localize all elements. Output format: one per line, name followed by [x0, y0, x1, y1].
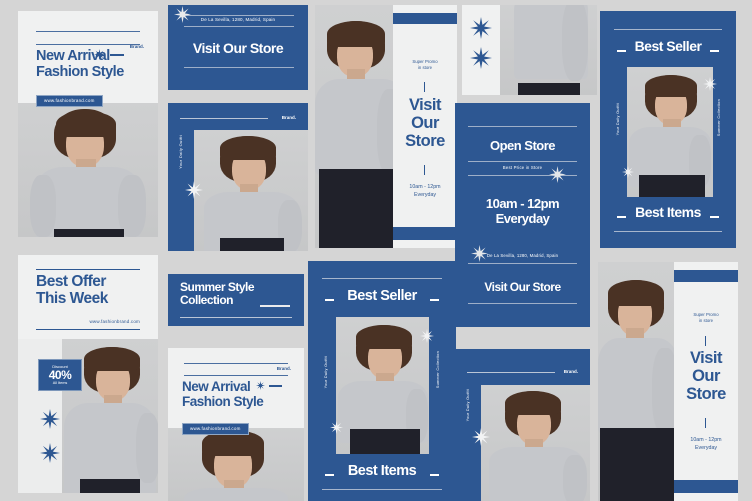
side-label-right: Summer Collection [436, 351, 440, 389]
card-brand-photo-bottom[interactable]: Brand. Your Daily Outfit [455, 349, 590, 501]
side-label-left: Your Daily Outfit [324, 356, 328, 389]
person-illustration [168, 426, 304, 501]
website-label[interactable]: www.fashionbrand.com [89, 319, 140, 324]
cta-label[interactable]: Visit Our Store [455, 280, 590, 294]
title-dash-right [430, 474, 439, 476]
brand-label: Brand. [563, 369, 578, 374]
card-best-seller-right[interactable]: Best Seller Your Daily Outfit Summer Col… [600, 11, 736, 248]
card-title: Visit Our Store [192, 40, 284, 56]
divider-tick [424, 82, 426, 92]
panel-top-bar [674, 270, 738, 282]
card-open-store[interactable]: Open Store Best Price in Store 10am - 12… [455, 103, 590, 327]
mockup-grid: Brand. New Arrival Fashion Style www.fas… [0, 0, 752, 501]
title-dash-left [325, 299, 334, 301]
side-label: Your Daily Outfit [178, 135, 183, 169]
star-icon [330, 421, 343, 434]
card-title: Visit Our Store [686, 349, 726, 403]
person-illustration [336, 317, 429, 454]
side-label: Your Daily Outfit [466, 389, 470, 422]
title-dash-left [617, 216, 626, 218]
model-photo [194, 130, 308, 251]
star-icon [472, 428, 490, 446]
store-hours: 10am - 12pm Everyday [690, 437, 722, 452]
address-label: De La Sevilla, 1280, Madrid, Spain [200, 17, 276, 22]
title-dash-left [617, 50, 626, 52]
card-photo-stars-top[interactable] [462, 5, 597, 95]
panel-bottom-bar [393, 227, 457, 240]
badge-footnote: All Items [52, 381, 68, 385]
card-title-top: Best Seller [634, 38, 702, 54]
person-illustration [598, 262, 678, 501]
divider-tick [424, 165, 426, 175]
person-illustration [481, 385, 590, 501]
model-photo [481, 385, 590, 501]
person-illustration [627, 67, 713, 197]
card-title: New Arrival Fashion Style [182, 379, 264, 410]
divider-tick [705, 418, 707, 428]
model-photo [500, 5, 597, 95]
title-dash [260, 305, 290, 307]
star-icon [622, 166, 634, 178]
store-hours: 10am - 12pm Everyday [409, 184, 441, 199]
star-icon [256, 381, 265, 390]
website-pill[interactable]: www.fashionbrand.com [36, 89, 103, 107]
card-visit-our-store-tall[interactable]: Super Promo in store Visit Our Store 10a… [315, 5, 457, 248]
card-visit-store-banner[interactable]: De La Sevilla, 1280, Madrid, Spain Visit… [168, 5, 308, 90]
discount-badge[interactable]: Discount 40% All Items [38, 359, 82, 391]
title-dash-right [710, 50, 719, 52]
person-illustration [194, 130, 308, 251]
card-title-bottom: Best Items [635, 204, 701, 220]
card-title-bottom: Best Items [347, 463, 417, 479]
website-pill[interactable]: www.fashionbrand.com [182, 417, 249, 435]
card-title: Best Offer This Week [36, 273, 108, 308]
brand-label: Brand. [281, 115, 296, 120]
card-summer-style-caption[interactable]: Summer Style Collection [168, 274, 304, 326]
star-icon [470, 17, 492, 39]
address-label: De La Sevilla, 1280, Madrid, Spain [486, 253, 559, 258]
card-title-top: Best Seller [347, 288, 417, 304]
person-illustration [18, 101, 158, 237]
star-icon [420, 329, 434, 343]
title-dash-right [710, 216, 719, 218]
badge-value: 40% [48, 368, 72, 382]
person-illustration [500, 5, 597, 95]
model-photo [168, 426, 304, 501]
card-title: Visit Our Store [405, 96, 445, 150]
card-title: Open Store [489, 138, 556, 153]
card-new-arrival-top[interactable]: Brand. New Arrival Fashion Style www.fas… [18, 11, 158, 237]
title-dash-left [325, 474, 334, 476]
star-icon [549, 166, 566, 183]
star-icon [703, 77, 717, 91]
brand-label: Brand. [276, 366, 291, 371]
star-icon [40, 443, 60, 463]
star-icon [94, 49, 105, 60]
model-photo [627, 67, 713, 197]
title-dash [269, 385, 282, 387]
panel-top-bar [393, 13, 457, 24]
store-hours: 10am - 12pm Everyday [485, 196, 560, 226]
star-icon [185, 181, 203, 199]
card-new-arrival-bottom[interactable]: Brand. New Arrival Fashion Style www.fas… [168, 348, 304, 501]
card-subtitle: Best Price in Store [502, 165, 543, 170]
card-title: Summer Style Collection [180, 280, 255, 308]
side-label-left: Your Daily Outfit [616, 103, 620, 136]
card-best-seller-center[interactable]: Best Seller Your Daily Outfit Summer Col… [308, 261, 456, 501]
card-best-offer[interactable]: Best Offer This Week www.fashionbrand.co… [18, 255, 158, 493]
title-dash-right [430, 299, 439, 301]
model-photo [336, 317, 429, 454]
star-icon [470, 47, 492, 69]
model-photo [18, 101, 158, 237]
card-summer-style-photo[interactable]: Brand. Your Daily Outfit [168, 103, 308, 251]
promo-caption: Super Promo in store [412, 59, 438, 71]
panel-bottom-bar [674, 480, 738, 493]
promo-caption: Super Promo in store [693, 312, 719, 324]
star-icon [40, 409, 60, 429]
side-label-right: Summer Collection [717, 99, 721, 137]
card-visit-store-bottom-right[interactable]: Super Promo in store Visit Our Store 10a… [598, 262, 738, 501]
title-dash [110, 54, 124, 56]
divider-tick [705, 336, 707, 346]
